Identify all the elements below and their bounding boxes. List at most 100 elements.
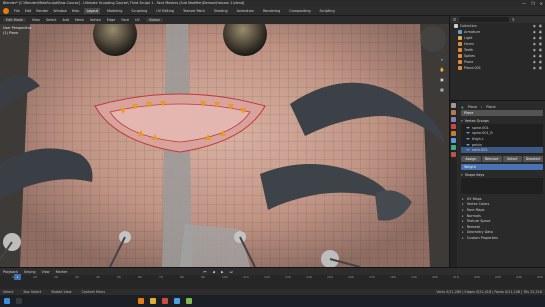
timeline-menu-view[interactable]: View — [42, 270, 50, 274]
blender-taskbar-icon[interactable] — [138, 298, 144, 304]
eye-icon[interactable]: ◉ — [533, 66, 536, 70]
play-reverse-icon[interactable]: ◀ — [212, 270, 215, 274]
camera-icon[interactable]: ▣ — [539, 60, 542, 64]
mesh-name-field[interactable]: Plane — [461, 110, 543, 116]
weight-slider[interactable]: Weight — [461, 163, 543, 170]
workspace-tab-modeling[interactable]: Modeling — [105, 8, 124, 14]
vertex-group-label: spine.001_R — [472, 131, 493, 136]
jump-start-icon[interactable]: ⏮ — [203, 270, 206, 274]
camera-icon[interactable]: ▣ — [438, 76, 446, 84]
jump-end-icon[interactable]: ⏭ — [230, 270, 233, 274]
pan-hand-icon[interactable]: ✋ — [438, 66, 446, 74]
material-tab-icon[interactable] — [451, 152, 456, 157]
close-button[interactable]: ✕ — [540, 1, 543, 6]
collapsed-section[interactable]: ▸ Custom Properties — [461, 235, 543, 241]
mesh-data-icon: ▲ — [461, 104, 464, 109]
workspace-tab-texture-paint[interactable]: Texture Paint — [181, 8, 207, 14]
camera-icon[interactable]: ▣ — [539, 30, 542, 34]
scene-tab-icon[interactable] — [451, 124, 456, 129]
menu-help[interactable]: Help — [72, 9, 80, 13]
viewport-menu-vertex[interactable]: Vertex — [90, 18, 101, 22]
camera-icon[interactable]: ▣ — [539, 66, 542, 70]
viewport-menu-add[interactable]: Add — [62, 18, 69, 22]
properties-object-name: Plane — [467, 104, 477, 109]
render-tab-icon[interactable] — [451, 110, 456, 115]
app-icon[interactable] — [186, 298, 192, 304]
sculpt-mesh-render — [0, 24, 449, 267]
menu-file[interactable]: File — [14, 9, 20, 13]
assign-button[interactable]: Assign — [461, 155, 481, 162]
vertex-group-item[interactable]: neck.001 — [461, 147, 543, 153]
grid-icon[interactable]: ▦ — [438, 86, 446, 94]
select-button[interactable]: Select — [502, 155, 523, 162]
viewport-menu-edge[interactable]: Edge — [107, 18, 116, 22]
timeline-menu-playback[interactable]: Playback — [3, 270, 18, 274]
eye-icon[interactable]: ◉ — [533, 24, 536, 28]
menu-window[interactable]: Window — [53, 9, 66, 13]
frame-tick-label: 170 — [369, 275, 375, 279]
camera-icon[interactable]: ▣ — [539, 42, 542, 46]
folder-icon[interactable] — [150, 298, 156, 304]
remove-button[interactable]: Remove — [481, 155, 502, 162]
viewport-menu-select[interactable]: Select — [46, 18, 56, 22]
workspace-tab-layout[interactable]: Layout — [84, 8, 100, 14]
viewport-menu-view[interactable]: View — [32, 18, 40, 22]
navigation-gizmo[interactable] — [420, 26, 446, 52]
frame-tick-label: 100 — [222, 275, 228, 279]
playhead[interactable]: 1 — [14, 274, 21, 280]
start-menu-icon[interactable] — [4, 298, 10, 304]
workspace-tab-sculpting[interactable]: Sculpting — [129, 8, 149, 14]
object-data-tab-icon[interactable] — [451, 145, 456, 150]
outliner-item[interactable]: Plane.001 ◉ ▣ — [450, 65, 545, 71]
eye-icon[interactable]: ◉ — [533, 42, 536, 46]
outliner-search-input[interactable] — [459, 17, 510, 22]
camera-icon[interactable]: ▣ — [539, 54, 542, 58]
menu-edit[interactable]: Edit — [25, 9, 32, 13]
outliner-type-icon[interactable]: ☰ — [453, 18, 456, 22]
browser-icon[interactable] — [162, 298, 168, 304]
filter-icon[interactable]: ⚲ — [512, 18, 514, 22]
play-icon[interactable]: ▶ — [221, 270, 224, 274]
3d-viewport[interactable] — [0, 24, 449, 267]
minimize-button[interactable]: — — [522, 1, 526, 6]
workspace-tab-compositing[interactable]: Compositing — [287, 8, 312, 14]
maximize-button[interactable]: ❐ — [531, 1, 535, 6]
timeline-area[interactable] — [0, 275, 545, 289]
eye-icon[interactable]: ◉ — [533, 36, 536, 40]
viewport-menu-uv[interactable]: UV — [135, 18, 140, 22]
outliner-item-label: Teeth — [464, 48, 474, 52]
modifier-tab-icon[interactable] — [451, 138, 456, 143]
workspace-tab-shading[interactable]: Shading — [212, 8, 230, 14]
properties-panel: ▲ Plane › Plane Plane ▾ Vertex Groups sp… — [449, 100, 545, 268]
viewport-menu-face[interactable]: Face — [121, 18, 129, 22]
section-label: Custom Properties — [466, 235, 498, 240]
camera-icon[interactable]: ▣ — [539, 24, 542, 28]
search-icon[interactable] — [16, 298, 22, 304]
camera-icon[interactable]: ▣ — [539, 48, 542, 52]
object-tab-icon[interactable] — [451, 131, 456, 136]
eye-icon[interactable]: ◉ — [533, 54, 536, 58]
viewport-menu-mesh[interactable]: Mesh — [75, 18, 84, 22]
output-tab-icon[interactable] — [451, 117, 456, 122]
workspace-tab-uv-editing[interactable]: UV Editing — [154, 8, 176, 14]
tool-tab-icon[interactable] — [451, 103, 456, 108]
deselect-button[interactable]: Deselect — [523, 155, 543, 162]
timeline-menu-keying[interactable]: Keying — [24, 270, 35, 274]
eye-icon[interactable]: ◉ — [533, 60, 536, 64]
camera-icon[interactable]: ▣ — [539, 36, 542, 40]
workspace-tab-rendering[interactable]: Rendering — [261, 8, 282, 14]
eye-icon[interactable]: ◉ — [533, 48, 536, 52]
workspace-tab-animation[interactable]: Animation — [235, 8, 256, 14]
timeline-menu-marker[interactable]: Marker — [56, 270, 68, 274]
visibility-toggles: ◉ ▣ — [533, 60, 542, 64]
eye-icon[interactable]: ◉ — [533, 30, 536, 34]
app-icon[interactable] — [174, 298, 180, 304]
zoom-icon[interactable]: ⌕ — [438, 56, 446, 64]
mode-dropdown[interactable]: Edit Mode — [3, 18, 26, 22]
transform-orientation-dropdown[interactable]: Global — [145, 18, 163, 22]
scene-statistics: Verts 0/11,280 | Edges 0/22,418 | Faces … — [436, 290, 542, 294]
menu-render[interactable]: Render — [36, 9, 48, 13]
frame-tick-label: 200 — [432, 275, 438, 279]
blender-logo-icon[interactable] — [3, 8, 9, 14]
workspace-tab-scripting[interactable]: Scripting — [318, 8, 337, 14]
